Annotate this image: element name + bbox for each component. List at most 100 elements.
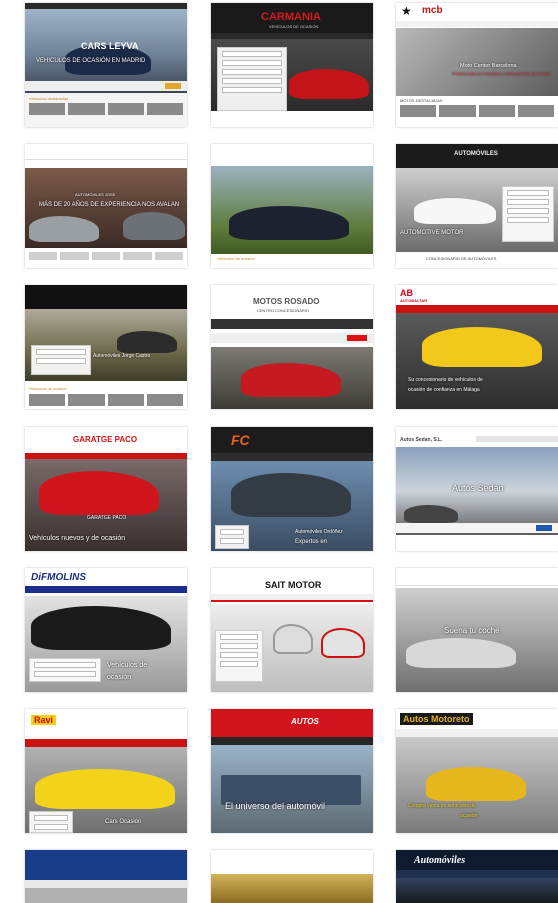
site-thumbnail-3[interactable]: mcb ★ Moto Center Barcelona Profesionale… bbox=[396, 3, 558, 127]
main-nav[interactable] bbox=[25, 739, 187, 747]
main-nav[interactable] bbox=[25, 586, 187, 593]
hero-image bbox=[211, 166, 373, 254]
site-logo: AB bbox=[400, 288, 413, 298]
car-image bbox=[241, 363, 341, 397]
site-logo: MOTOS ROSADO bbox=[253, 297, 320, 306]
section-title: Vehículos de ocasión bbox=[29, 386, 67, 391]
site-logo: AUTOMÓVILES bbox=[454, 151, 498, 157]
site-logo: mcb bbox=[422, 5, 443, 16]
site-thumbnail-16[interactable]: Ravi Cars Ocasión bbox=[25, 709, 187, 833]
search-form[interactable] bbox=[29, 658, 101, 682]
header-area bbox=[25, 850, 187, 880]
search-button[interactable] bbox=[536, 525, 552, 531]
hero-caption: Cars Ocasión bbox=[105, 819, 142, 825]
site-logo: FC bbox=[231, 432, 250, 448]
car-image bbox=[229, 206, 349, 240]
site-thumbnail-14[interactable]: SAIT MOTOR bbox=[211, 568, 373, 692]
hero-image bbox=[211, 874, 373, 903]
main-nav[interactable] bbox=[476, 436, 558, 442]
search-bar[interactable] bbox=[211, 333, 373, 343]
site-tagline: CENTRO CONCESIONARIO bbox=[257, 308, 310, 313]
search-form[interactable] bbox=[29, 811, 73, 833]
featured-motos bbox=[400, 105, 554, 117]
search-button[interactable] bbox=[165, 83, 181, 89]
site-thumbnail-21[interactable]: Automóviles bbox=[396, 850, 558, 903]
motorcycle-image bbox=[273, 624, 313, 654]
hero-caption: El universo del automóvil bbox=[225, 801, 326, 811]
site-thumbnail-13[interactable]: DiFMOLINS Vehículos de ocasión bbox=[25, 568, 187, 692]
main-nav[interactable] bbox=[211, 319, 373, 329]
featured-vehicles bbox=[29, 394, 183, 406]
site-thumbnail-5[interactable]: Vehículos de ocasión bbox=[211, 144, 373, 268]
search-form[interactable] bbox=[215, 630, 263, 682]
main-nav[interactable] bbox=[211, 453, 373, 461]
site-thumbnail-9[interactable]: AB AUTOBALTAR Su concesionario de vehícu… bbox=[396, 285, 558, 409]
site-thumbnail-18[interactable]: Autos Motoreto Compra venta de vehículos… bbox=[396, 709, 558, 833]
site-thumbnail-17[interactable]: AUTOS El universo del automóvil bbox=[211, 709, 373, 833]
hero-subcaption: MÁS DE 20 AÑOS DE EXPERIENCIA NOS AVALAN bbox=[39, 202, 180, 208]
main-nav[interactable] bbox=[396, 305, 558, 313]
main-nav[interactable] bbox=[396, 21, 558, 27]
site-thumbnail-8[interactable]: MOTOS ROSADO CENTRO CONCESIONARIO bbox=[211, 285, 373, 409]
site-thumbnail-1[interactable]: CARS LEYVA VEHICULOS DE OCASIÓN EN MADRI… bbox=[25, 3, 187, 127]
header-area bbox=[211, 144, 373, 164]
site-thumbnail-7[interactable]: Automóviles Jorge Castro Vehículos de oc… bbox=[25, 285, 187, 409]
hero-image bbox=[396, 313, 558, 409]
motorcycle-image bbox=[321, 628, 365, 658]
site-thumbnail-11[interactable]: FC Automóviles Ordóñez Expertos en bbox=[211, 427, 373, 551]
site-thumbnail-20[interactable] bbox=[211, 850, 373, 903]
hero-caption: Autos Sedán bbox=[452, 483, 504, 493]
site-logo: Autos Motoreto bbox=[400, 713, 473, 725]
search-button[interactable] bbox=[347, 335, 367, 341]
search-form[interactable] bbox=[502, 186, 554, 242]
hero-caption: Automóviles Jorge Castro bbox=[93, 353, 151, 359]
car-image bbox=[426, 767, 526, 801]
site-tagline: VEHÍCULOS DE OCASIÓN bbox=[269, 24, 319, 29]
search-bar[interactable] bbox=[25, 81, 187, 91]
search-form[interactable] bbox=[215, 525, 249, 549]
hero-subcaption: ocasión bbox=[107, 674, 132, 681]
brand-logos bbox=[29, 252, 184, 260]
site-thumbnail-6[interactable]: AUTOMÓVILES AUTOMOTIVE MOTOR CONCESIONAR… bbox=[396, 144, 558, 268]
car-image bbox=[414, 198, 496, 224]
site-thumbnail-10[interactable]: GARATGE PACO GARATGE PACO Vehículos nuev… bbox=[25, 427, 187, 551]
main-nav[interactable] bbox=[396, 576, 558, 586]
main-nav[interactable] bbox=[211, 737, 373, 745]
search-bar[interactable] bbox=[396, 523, 558, 533]
car-image bbox=[422, 327, 542, 367]
hero-caption: AUTOMÓVILES JOSE bbox=[75, 192, 116, 197]
hero-image bbox=[25, 168, 187, 248]
hero-image bbox=[396, 28, 558, 96]
hero-image bbox=[25, 888, 187, 903]
main-nav[interactable] bbox=[211, 594, 373, 602]
hero-image bbox=[396, 878, 558, 903]
main-nav[interactable] bbox=[396, 870, 558, 878]
car-image bbox=[289, 69, 369, 99]
header-area bbox=[25, 285, 187, 309]
hero-caption: Su concesionario de vehículos de bbox=[408, 377, 483, 383]
site-thumbnail-19[interactable] bbox=[25, 850, 187, 903]
hero-caption: Moto Center Barcelona bbox=[460, 63, 517, 69]
site-thumbnail-2[interactable]: CARMANIA VEHÍCULOS DE OCASIÓN bbox=[211, 3, 373, 127]
search-form[interactable] bbox=[31, 345, 91, 375]
footer-text: CONCESIONARIO DE AUTOMÓVILES bbox=[426, 256, 497, 261]
hero-caption: GARATGE PACO bbox=[87, 515, 127, 521]
hero-subcaption: Profesionales en mecánica y mantenimient… bbox=[452, 71, 551, 76]
main-nav[interactable] bbox=[25, 154, 187, 160]
main-nav[interactable] bbox=[25, 880, 187, 888]
search-form[interactable] bbox=[217, 47, 287, 111]
main-nav[interactable] bbox=[396, 729, 558, 737]
hero-caption: AUTOMOTIVE MOTOR bbox=[400, 230, 464, 236]
site-thumbnail-12[interactable]: Autos Sedan, S.L. Autos Sedán bbox=[396, 427, 558, 551]
hero-subcaption: ocasión bbox=[460, 813, 478, 819]
section-title: MOTOS DESTACADAS bbox=[400, 98, 443, 103]
site-logo: GARATGE PACO bbox=[73, 435, 138, 444]
site-logo-text: AUTOBALTAR bbox=[400, 298, 428, 303]
car-image bbox=[406, 638, 516, 668]
featured-vehicles bbox=[29, 103, 183, 115]
hero-subcaption: Expertos en bbox=[295, 539, 328, 545]
hero-image bbox=[211, 745, 373, 833]
site-thumbnail-15[interactable]: Suena tu coche bbox=[396, 568, 558, 692]
star-icon: ★ bbox=[401, 4, 412, 18]
site-thumbnail-4[interactable]: AUTOMÓVILES JOSE MÁS DE 20 AÑOS DE EXPER… bbox=[25, 144, 187, 268]
